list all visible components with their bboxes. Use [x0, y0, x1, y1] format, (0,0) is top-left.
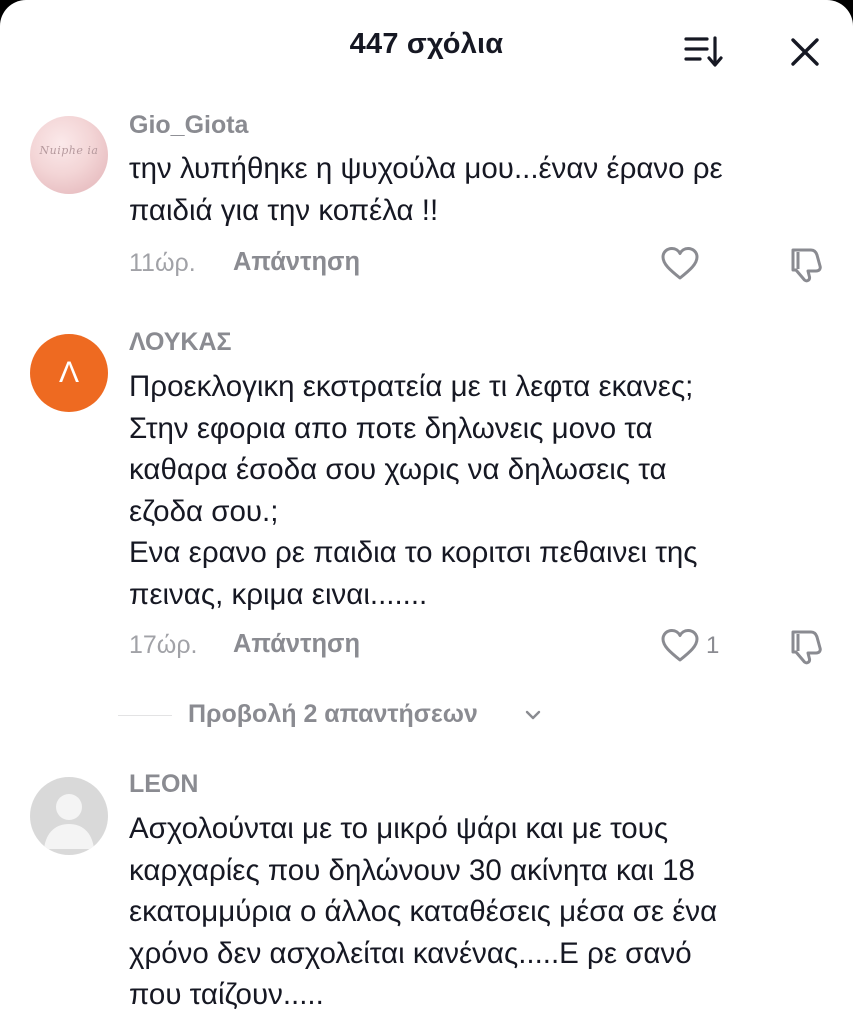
comment-text-line: Ασχολούνται με το μικρό ψάρι και με τους: [129, 812, 669, 845]
comment-timestamp: 17ώρ.: [129, 631, 198, 659]
comment-text-line: χρόνο δεν ασχολείται κανένας.....Ε ρε σα…: [129, 936, 692, 970]
default-avatar-icon: [44, 794, 94, 849]
comment-text-line: καθαρα έσοδα σου χωρις να δηλωσεις τα: [129, 453, 667, 486]
like-button[interactable]: [660, 246, 700, 282]
close-icon: [791, 38, 819, 66]
reply-button[interactable]: Απάντηση: [233, 630, 360, 659]
like-count: 1: [706, 632, 720, 659]
thumbs-down-icon: [791, 248, 822, 283]
dislike-button[interactable]: [786, 244, 826, 284]
reply-button[interactable]: Απάντηση: [233, 248, 360, 277]
comment-text-line: Στην εφορια απο ποτε δηλωνεις μονο τα: [129, 411, 653, 445]
comments-header: 447 σχόλια: [0, 0, 853, 100]
heart-icon: [661, 629, 699, 662]
comment-username[interactable]: ΛΟΥΚΑΣ: [129, 328, 232, 357]
dislike-button[interactable]: [786, 626, 826, 666]
comment-text: Προεκλογικη εκστρατεία με τι λεφτα εκανε…: [129, 366, 839, 615]
comment-username[interactable]: Gio_Giota: [129, 111, 248, 140]
replies-divider: [118, 715, 172, 716]
comment-text-line: που ταίζουν.....: [129, 978, 324, 1011]
thumbs-down-icon: [791, 630, 822, 665]
chevron-down-icon: [525, 710, 541, 720]
view-replies-label: Προβολή 2 απαντήσεων: [188, 700, 478, 728]
heart-icon: [661, 247, 699, 280]
view-replies-button[interactable]: Προβολή 2 απαντήσεων: [118, 696, 558, 736]
comment-text-line: εκατομμύρια ο άλλος καταθέσεις μέσα σε έ…: [129, 895, 718, 928]
comments-sheet: 447 σχόλια Nuiphe ia Gio_Giota την λυπήθ…: [0, 0, 853, 1024]
comment-text-line: Ενα ερανο ρε παιδια το κοριτσι πεθαινει …: [129, 536, 698, 569]
comment-timestamp: 11ώρ.: [129, 249, 196, 277]
comment-text-line: Προεκλογικη εκστρατεία με τι λεφτα εκανε…: [129, 370, 694, 403]
comment-username[interactable]: LEON: [129, 770, 198, 799]
sort-icon: [684, 36, 723, 67]
sort-button[interactable]: [682, 34, 726, 70]
comment-text-line: εζοδα σου.;: [129, 494, 279, 528]
comment-text: την λυπήθηκε η ψυχούλα μου...έναν έρανο …: [129, 148, 839, 231]
comment-text-line: την λυπήθηκε η ψυχούλα μου...έναν έρανο …: [129, 152, 723, 185]
avatar[interactable]: Λ: [30, 334, 108, 412]
comment-text-line: παιδιά για την κοπέλα !!: [129, 193, 439, 227]
like-button[interactable]: [660, 628, 700, 664]
comment-text-line: πεινας, κριμα ειναι.......: [129, 577, 428, 611]
comment-text: Ασχολούνται με το μικρό ψάρι και με τους…: [129, 808, 839, 1016]
avatar[interactable]: [30, 777, 108, 855]
avatar[interactable]: Nuiphe ia: [30, 116, 108, 194]
comment-text-line: καρχαρίες που δηλώνουν 30 ακίνητα και 18: [129, 853, 695, 887]
close-button[interactable]: [785, 32, 825, 72]
avatar-script-text: Nuiphe ia: [39, 144, 99, 157]
